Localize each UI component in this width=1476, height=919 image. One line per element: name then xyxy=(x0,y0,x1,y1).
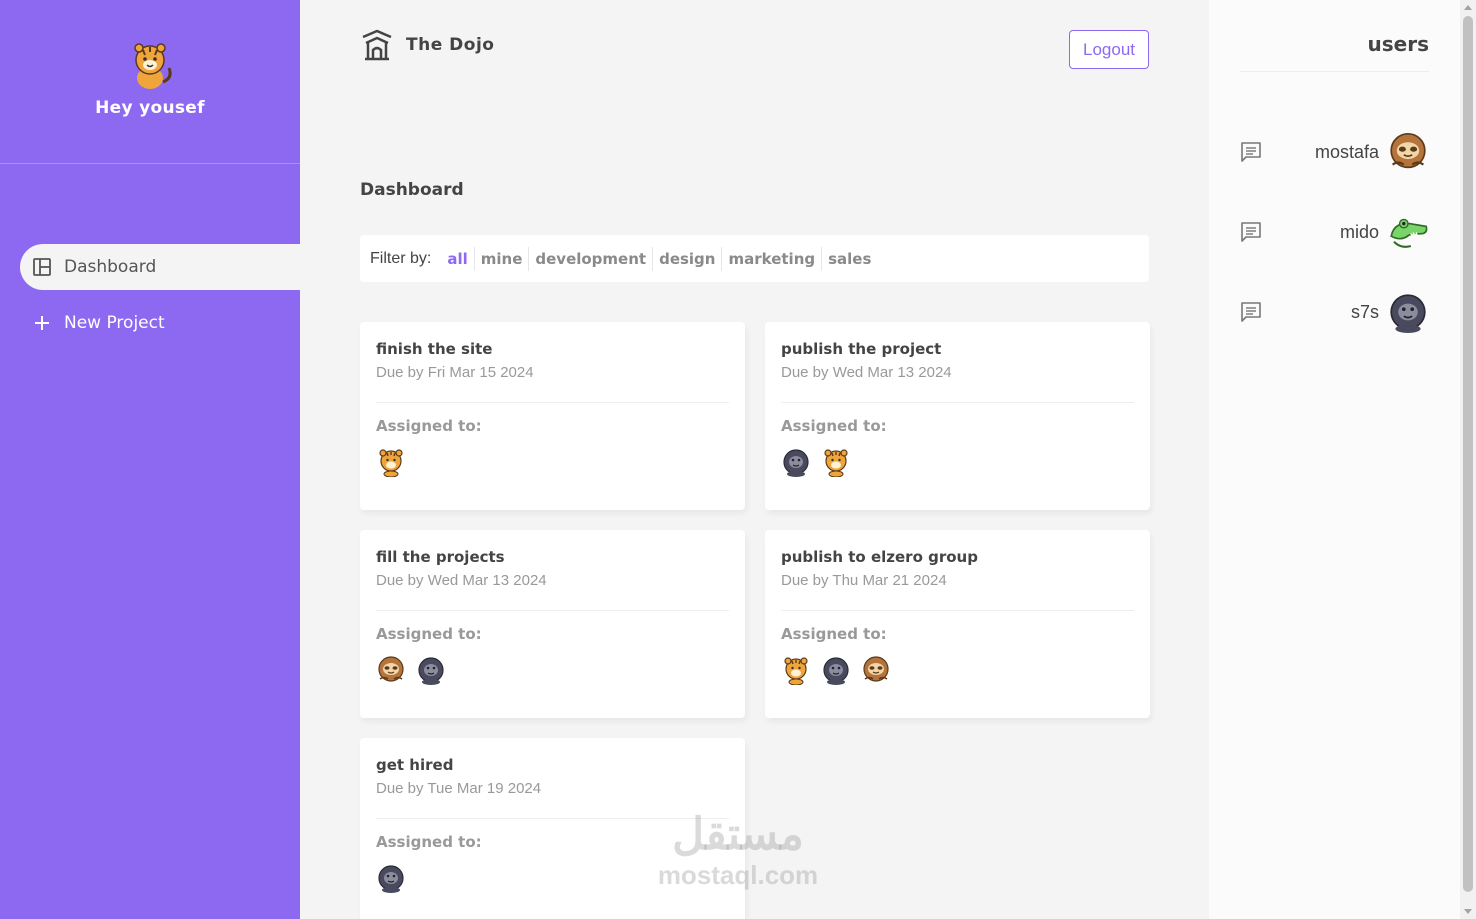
user-name: s7s xyxy=(1350,301,1379,322)
scroll-down-icon[interactable] xyxy=(1464,909,1472,914)
assigned-avatars xyxy=(376,447,729,478)
sidebar-nav: Dashboard New Project xyxy=(0,244,300,346)
sidebar-item-new-project[interactable]: New Project xyxy=(20,300,300,346)
users-panel: users mostafa mido s7s xyxy=(1209,0,1460,919)
sidebar-item-label: Dashboard xyxy=(64,257,157,277)
divider xyxy=(376,610,729,611)
filter-option-design[interactable]: design xyxy=(653,246,723,271)
watermark-latin: mostaql.com xyxy=(657,860,819,890)
project-title: publish to elzero group xyxy=(781,548,978,566)
assigned-label: Assigned to: xyxy=(376,625,482,643)
user-greeting: Hey yousef xyxy=(95,98,205,118)
user-list-item[interactable]: mostafa xyxy=(1240,131,1429,173)
filter-option-mine[interactable]: mine xyxy=(475,246,530,271)
divider xyxy=(781,610,1134,611)
brand: The Dojo xyxy=(360,28,494,62)
brand-title: The Dojo xyxy=(406,35,495,55)
sloth-avatar-icon xyxy=(376,655,406,685)
project-due-date: Due by Wed Mar 13 2024 xyxy=(376,572,547,589)
scrollbar[interactable] xyxy=(1460,0,1476,919)
filter-label: Filter by: xyxy=(370,249,432,267)
gorilla-avatar-icon xyxy=(821,655,851,685)
user-name: mido xyxy=(1339,221,1379,242)
sidebar-item-label: New Project xyxy=(64,313,165,333)
project-due-date: Due by Fri Mar 15 2024 xyxy=(376,364,534,381)
filter-option-development[interactable]: development xyxy=(529,246,654,271)
logout-button[interactable]: Logout xyxy=(1069,30,1149,69)
message-icon[interactable] xyxy=(1240,301,1262,323)
filter-option-marketing[interactable]: marketing xyxy=(722,246,823,271)
divider xyxy=(376,402,729,403)
gorilla-avatar-icon xyxy=(1387,291,1429,333)
user-list-item[interactable]: s7s xyxy=(1240,291,1429,333)
project-due-date: Due by Thu Mar 21 2024 xyxy=(781,572,947,589)
sloth-avatar-icon xyxy=(861,655,891,685)
main-content: The Dojo Logout Dashboard Filter by: all… xyxy=(300,0,1209,919)
project-card[interactable]: fill the projects Due by Wed Mar 13 2024… xyxy=(360,530,745,718)
divider xyxy=(781,402,1134,403)
topbar: The Dojo Logout xyxy=(360,28,1149,70)
scrollbar-thumb[interactable] xyxy=(1463,16,1473,892)
page-title: Dashboard xyxy=(360,180,464,200)
message-icon[interactable] xyxy=(1240,221,1262,243)
user-list-item[interactable]: mido xyxy=(1240,211,1429,253)
gorilla-avatar-icon xyxy=(416,655,446,685)
project-title: publish the project xyxy=(781,340,942,358)
users-title: users xyxy=(1367,32,1429,56)
project-card[interactable]: finish the site Due by Fri Mar 15 2024 A… xyxy=(360,322,745,510)
assigned-avatars xyxy=(781,447,1134,478)
project-card[interactable]: publish the project Due by Wed Mar 13 20… xyxy=(765,322,1150,510)
assigned-avatars xyxy=(376,655,729,685)
gorilla-avatar-icon xyxy=(781,447,811,477)
sidebar-user: Hey yousef xyxy=(0,0,300,164)
project-title: finish the site xyxy=(376,340,493,358)
tiger-avatar-icon xyxy=(781,655,811,686)
crocodile-avatar-icon xyxy=(1387,211,1429,253)
project-title: fill the projects xyxy=(376,548,505,566)
project-card[interactable]: publish to elzero group Due by Thu Mar 2… xyxy=(765,530,1150,718)
temple-icon xyxy=(362,29,392,61)
divider xyxy=(1240,71,1429,72)
plus-icon xyxy=(32,313,52,333)
project-filter: Filter by: all mine development design m… xyxy=(360,235,1149,282)
scroll-up-icon[interactable] xyxy=(1464,5,1472,10)
filter-option-sales[interactable]: sales xyxy=(822,247,877,271)
sidebar: Hey yousef Dashboard New Project xyxy=(0,0,300,919)
filter-option-all[interactable]: all xyxy=(441,246,475,271)
watermark: مستقل mostaql.com xyxy=(648,810,828,891)
sidebar-item-dashboard[interactable]: Dashboard xyxy=(20,244,300,290)
dashboard-icon xyxy=(32,257,52,277)
watermark-arabic: مستقل xyxy=(672,810,804,859)
assigned-label: Assigned to: xyxy=(376,417,482,435)
tiger-avatar-icon xyxy=(376,447,406,478)
project-due-date: Due by Tue Mar 19 2024 xyxy=(376,780,542,797)
assigned-avatars xyxy=(781,655,1134,686)
tiger-avatar-icon xyxy=(821,447,851,478)
message-icon[interactable] xyxy=(1240,141,1262,163)
project-due-date: Due by Wed Mar 13 2024 xyxy=(781,364,952,381)
sloth-avatar-icon xyxy=(1387,131,1429,173)
tiger-avatar-icon xyxy=(134,43,172,89)
gorilla-avatar-icon xyxy=(376,863,406,893)
user-name: mostafa xyxy=(1314,141,1379,162)
assigned-label: Assigned to: xyxy=(781,625,887,643)
project-title: get hired xyxy=(376,756,454,774)
assigned-label: Assigned to: xyxy=(781,417,887,435)
